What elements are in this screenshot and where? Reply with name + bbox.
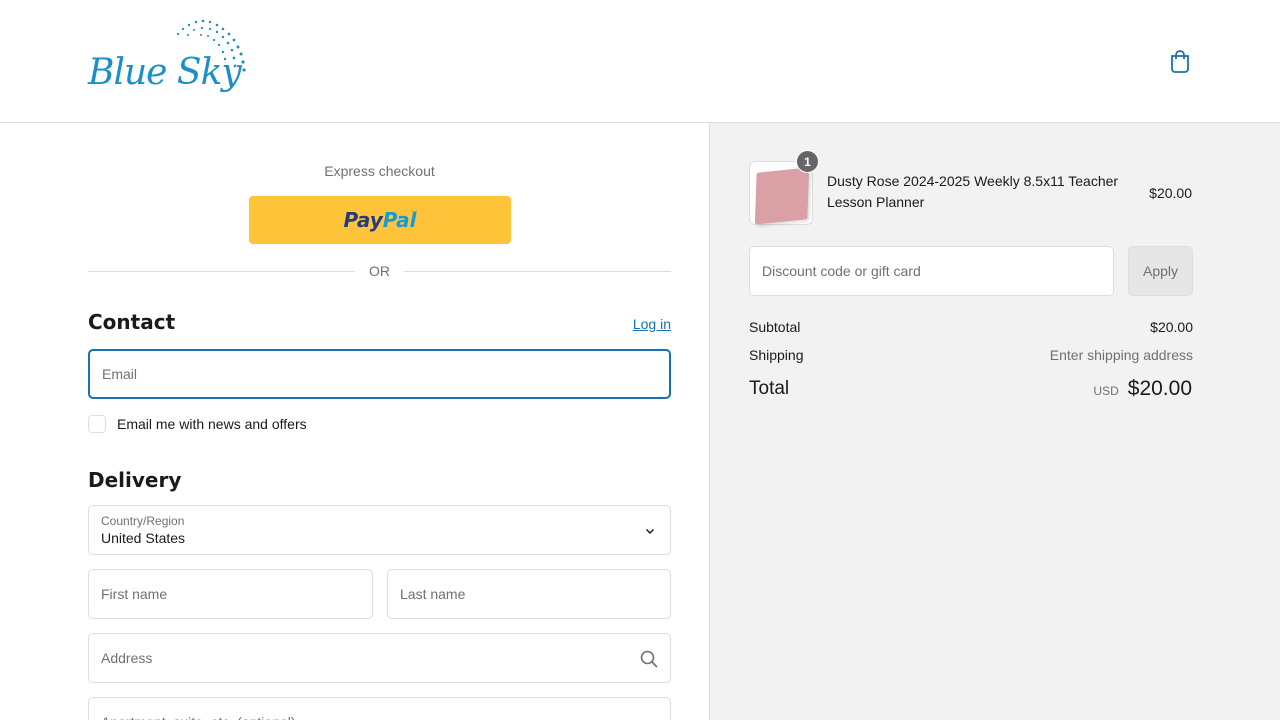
email-input[interactable] <box>90 351 669 397</box>
newsletter-option[interactable]: Email me with news and offers <box>88 414 307 434</box>
cart-button[interactable] <box>1168 48 1192 74</box>
checkout-form: Express checkout Pay Pal OR Contact Log i… <box>0 123 709 720</box>
delivery-title: Delivery <box>88 468 182 492</box>
shopping-bag-icon <box>1171 50 1189 73</box>
apartment-field[interactable] <box>88 697 671 720</box>
shipping-label: Shipping <box>749 347 804 363</box>
chevron-down-icon <box>645 528 655 535</box>
paypal-logo-pay: Pay <box>343 208 383 232</box>
total-amount: $20.00 <box>1127 377 1192 400</box>
product-price: $20.00 <box>1149 185 1192 201</box>
email-field[interactable] <box>88 349 671 399</box>
discount-field[interactable] <box>749 246 1114 296</box>
country-select[interactable]: Country/Region United States <box>88 505 671 555</box>
search-icon <box>640 650 658 668</box>
first-name-input[interactable] <box>89 570 372 618</box>
first-name-field[interactable] <box>88 569 373 619</box>
country-value: United States <box>101 530 186 546</box>
paypal-logo-pal: Pal <box>382 208 417 232</box>
country-label: Country/Region <box>101 514 185 528</box>
product-thumbnail: 1 <box>749 150 819 225</box>
discount-input[interactable] <box>750 247 1113 295</box>
quantity-badge: 1 <box>796 150 819 173</box>
address-input[interactable] <box>89 634 670 682</box>
login-link[interactable]: Log in <box>633 316 671 332</box>
newsletter-checkbox[interactable] <box>88 415 106 433</box>
address-field[interactable] <box>88 633 671 683</box>
or-divider: OR <box>88 263 671 279</box>
planner-image <box>754 167 810 225</box>
last-name-input[interactable] <box>388 570 670 618</box>
newsletter-label: Email me with news and offers <box>117 416 307 432</box>
blue-sky-logo[interactable]: Blue Sky <box>86 18 261 104</box>
express-checkout-label: Express checkout <box>324 163 435 179</box>
last-name-field[interactable] <box>387 569 671 619</box>
product-name: Dusty Rose 2024-2025 Weekly 8.5x11 Teach… <box>827 173 1119 210</box>
or-text: OR <box>369 263 390 279</box>
total-value: USD $20.00 <box>1093 377 1192 401</box>
logo-text: Blue Sky <box>88 52 242 93</box>
header: Blue Sky <box>0 0 1280 123</box>
contact-title: Contact <box>88 310 176 334</box>
shipping-value: Enter shipping address <box>1049 347 1193 363</box>
total-label: Total <box>749 378 790 399</box>
apply-button[interactable]: Apply <box>1128 246 1193 296</box>
subtotal-label: Subtotal <box>749 319 801 335</box>
currency-code: USD <box>1093 384 1119 398</box>
order-summary: 1 Dusty Rose 2024-2025 Weekly 8.5x11 Tea… <box>709 123 1280 720</box>
paypal-button[interactable]: Pay Pal <box>249 196 511 244</box>
apartment-input[interactable] <box>89 698 670 720</box>
subtotal-value: $20.00 <box>1150 319 1193 335</box>
